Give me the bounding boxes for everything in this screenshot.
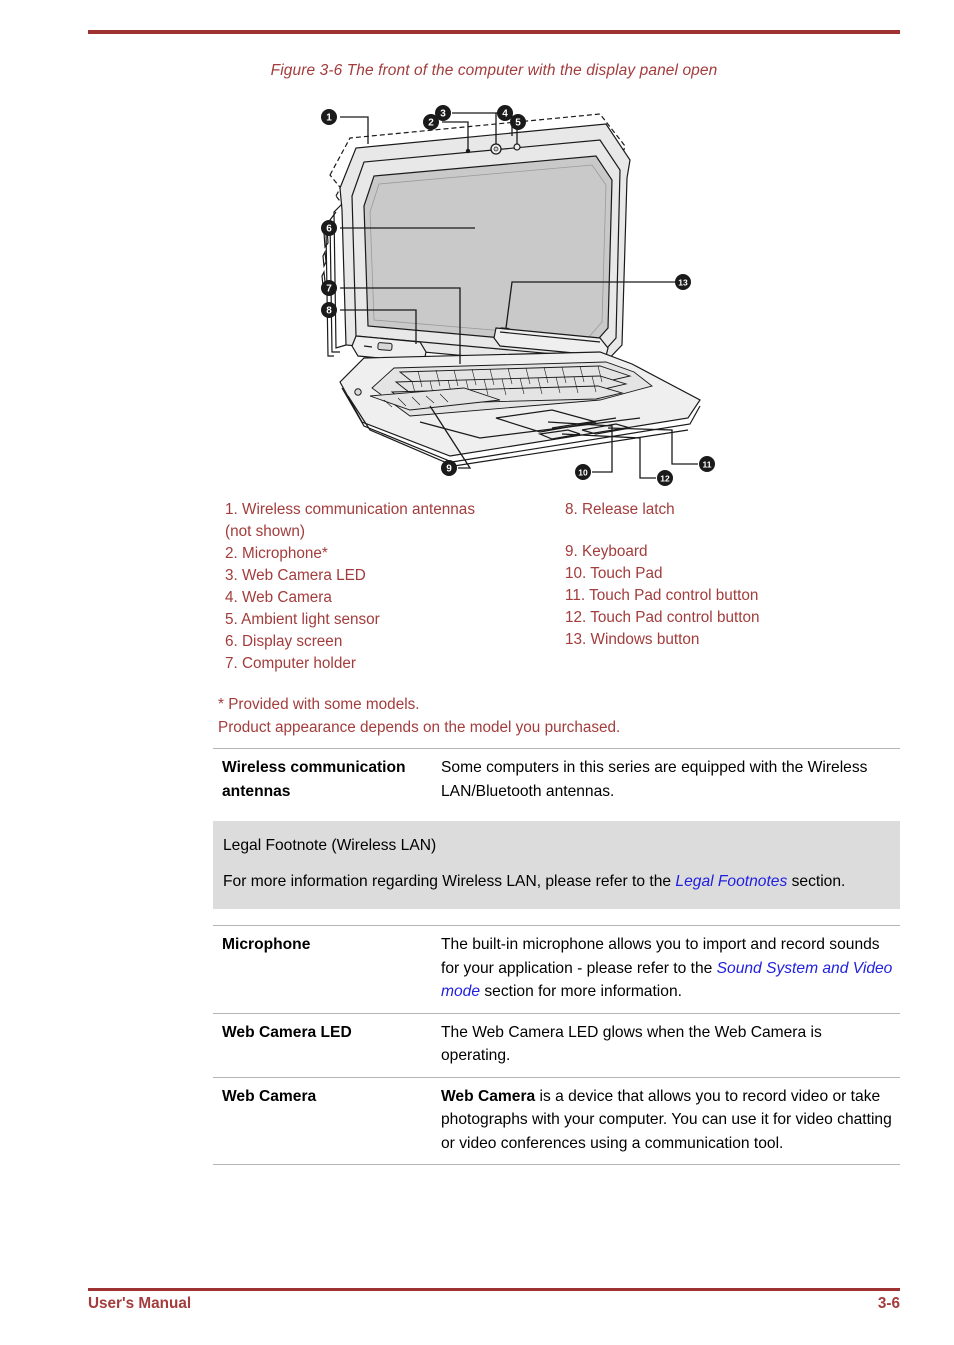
table-description: Web Camera is a device that allows you t…: [441, 1085, 900, 1156]
feature-table: Wireless communication antennas Some com…: [213, 748, 900, 1165]
callout-9: 9: [441, 460, 457, 476]
legend-item: (not shown): [225, 523, 305, 540]
table-row: Web Camera Web Camera is a device that a…: [213, 1076, 900, 1165]
callout-7: 7: [321, 280, 337, 296]
svg-text:8: 8: [326, 306, 332, 317]
desc-text: The Web Camera LED glows when the Web Ca…: [441, 1023, 822, 1065]
legend-item: 1. Wireless communication antennas: [225, 501, 475, 518]
footer-rule: [88, 1288, 900, 1291]
page-footer: User's Manual 3-6: [88, 1295, 900, 1313]
callout-5: 5: [510, 114, 526, 130]
callout-11: 11: [699, 456, 715, 472]
figure-caption: Figure 3-6 The front of the computer wit…: [270, 62, 718, 79]
svg-text:6: 6: [326, 224, 332, 235]
table-term: Wireless communication antennas: [222, 759, 406, 800]
legend-item: 9. Keyboard: [565, 543, 648, 560]
table-row: Web Camera LED The Web Camera LED glows …: [213, 1012, 900, 1077]
svg-text:2: 2: [428, 118, 434, 129]
legal-footnote-box: Legal Footnote (Wireless LAN) For more i…: [213, 821, 900, 909]
table-row: Microphone The built-in microphone allow…: [213, 925, 900, 1013]
document-page: Figure 3-6 The front of the computer wit…: [0, 0, 954, 1345]
legend-item: 2. Microphone*: [225, 545, 328, 562]
svg-text:12: 12: [660, 473, 670, 483]
footer-page-number: 3-6: [877, 1295, 900, 1312]
figure-notes: * Provided with some models. Product app…: [218, 694, 908, 739]
callout-1: 1: [321, 109, 337, 125]
callout-4: 4: [497, 105, 513, 121]
callout-6: 6: [321, 220, 337, 236]
svg-text:1: 1: [326, 113, 332, 124]
table-term: Microphone: [222, 936, 311, 953]
svg-text:7: 7: [326, 284, 332, 295]
legend-item: 8. Release latch: [565, 501, 675, 518]
table-term: Web Camera LED: [222, 1023, 352, 1041]
svg-text:9: 9: [446, 464, 452, 475]
table-description: Some computers in this series are equipp…: [441, 756, 900, 803]
table-description: The Web Camera LED glows when the Web Ca…: [441, 1021, 900, 1068]
legal-footnote-body: For more information regarding Wireless …: [223, 870, 890, 894]
svg-text:4: 4: [502, 109, 508, 120]
callout-8: 8: [321, 302, 337, 318]
legend-item: 12. Touch Pad control button: [565, 609, 760, 626]
desc-text-bold: Web Camera: [441, 1087, 536, 1105]
table-row: Wireless communication antennas Some com…: [213, 748, 900, 812]
table-term: Web Camera: [222, 1087, 317, 1105]
footer-title: User's Manual: [88, 1295, 192, 1312]
note-provided-some-models: * Provided with some models.: [218, 696, 420, 713]
svg-text:13: 13: [678, 277, 688, 287]
legend-item: 11. Touch Pad control button: [565, 587, 759, 604]
legend-item: 3. Web Camera LED: [225, 567, 366, 584]
svg-text:3: 3: [440, 109, 446, 120]
note-product-appearance: Product appearance depends on the model …: [218, 718, 621, 736]
legal-footnotes-link[interactable]: Legal Footnotes: [675, 873, 787, 890]
desc-text: section for more information.: [480, 983, 682, 1000]
desc-text: section.: [787, 872, 846, 890]
svg-text:10: 10: [578, 467, 588, 477]
desc-text: Some computers in this series are equipp…: [441, 759, 868, 800]
legend-item: 7. Computer holder: [225, 655, 356, 672]
legend-column-right: 8. Release latch 9. Keyboard 10. Touch P…: [565, 499, 895, 651]
callout-13: 13: [675, 274, 691, 290]
laptop-illustration: .ln{fill:none;stroke:#1a1a1a;stroke-widt…: [300, 100, 720, 490]
callout-10: 10: [575, 464, 591, 480]
legend-item: 6. Display screen: [225, 633, 343, 650]
header-rule: [88, 30, 900, 34]
legend-item: 10. Touch Pad: [565, 565, 663, 582]
legend-item: 4. Web Camera: [225, 589, 332, 606]
table-description: The built-in microphone allows you to im…: [441, 933, 900, 1004]
svg-text:11: 11: [703, 459, 712, 469]
desc-text: For more information regarding Wireless …: [223, 872, 676, 890]
callout-12: 12: [657, 470, 673, 486]
legal-footnote-heading: Legal Footnote (Wireless LAN): [223, 837, 437, 854]
callout-3: 3: [435, 105, 451, 121]
legend-item: 5. Ambient light sensor: [225, 611, 380, 628]
legend-item: 13. Windows button: [565, 631, 700, 648]
legend-column-left: 1. Wireless communication antennas (not …: [225, 499, 555, 675]
svg-text:5: 5: [515, 118, 521, 129]
